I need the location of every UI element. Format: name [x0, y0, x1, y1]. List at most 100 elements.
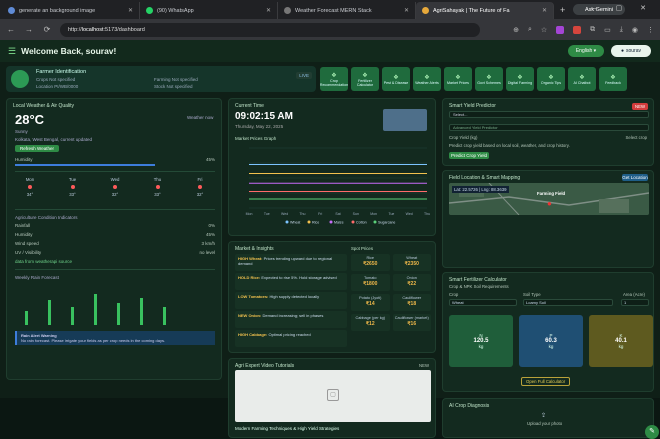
x-tick-label: Fri — [318, 212, 322, 216]
extension-icon[interactable] — [556, 25, 565, 34]
clock-time: 09:02:15 AM — [235, 111, 293, 122]
sun-icon — [28, 185, 32, 189]
quick-action-label: Market Prices — [447, 80, 469, 85]
price-value: ₹2650 — [363, 261, 378, 267]
price-value: ₹22 — [407, 281, 417, 287]
video-player[interactable]: ▢ — [235, 370, 431, 422]
user-menu-button[interactable]: ● sourav — [611, 45, 651, 57]
field-map[interactable]: Lat: 22.5726 | Lng: 88.3639 Farming Fiel… — [449, 183, 649, 215]
indicators-title: Agriculture Condition Indicators — [15, 215, 78, 220]
stat-value: Select crop — [625, 135, 648, 140]
refresh-weather-button[interactable]: Refresh Weather — [15, 145, 59, 152]
indicator-row: Rainfall 0% — [15, 223, 215, 228]
star-icon[interactable]: ☆ — [541, 26, 547, 34]
extension-icon[interactable] — [573, 25, 582, 34]
price-name: Cauliflower — [402, 296, 422, 300]
forecast-day-label: Tue — [68, 177, 77, 182]
close-icon[interactable]: ✕ — [266, 7, 271, 14]
close-icon[interactable]: ✕ — [542, 7, 547, 14]
zoom-icon[interactable]: ⌕ — [528, 26, 532, 34]
x-tick-label: Mon — [370, 212, 377, 216]
url-input[interactable]: http://localhost:5173/dashboard — [60, 22, 480, 37]
rain-bar — [71, 307, 74, 325]
tab-favicon-icon — [422, 7, 429, 14]
profile-icon[interactable]: ◉ — [632, 26, 638, 34]
upload-label[interactable]: Upload your photo — [527, 421, 562, 426]
insights-card: Market & Insights HIGH Wheat: Prices tre… — [228, 241, 436, 353]
menu-icon[interactable]: ☰ — [8, 46, 16, 57]
extensions-bar: ⊕ ⌕ ☆ ⧉ ▭ ⤓ ◉ ⋮ — [513, 25, 654, 34]
legend-marker — [329, 220, 333, 224]
extensions-puzzle-icon[interactable]: ⧉ — [590, 26, 595, 34]
video-caption: Modern Farming Techniques & High Yield S… — [235, 426, 340, 431]
edit-fab-icon[interactable]: ✎ — [645, 425, 659, 439]
browser-tab[interactable]: (90) WhatsApp ✕ — [140, 2, 278, 19]
price-grid: Rice ₹2650 Wheat ₹2350 Tomato ₹1800 Onion ₹22 Po… — [351, 254, 431, 331]
app-header: ☰ Welcome Back, sourav! English ▾ ● soura… — [0, 40, 660, 62]
video-title: Agri Expert Video Tutorials — [235, 363, 295, 369]
browser-tab-active[interactable]: AgriSahayak | The Future of Fa ✕ — [416, 2, 554, 19]
price-cell: Wheat ₹2350 — [392, 254, 431, 271]
language-label: English — [575, 48, 593, 54]
area-input[interactable]: 1 — [621, 299, 649, 306]
price-cell: Tomato ₹1800 — [351, 274, 390, 291]
predictor-desc: Predict crop yield based on local soil, … — [449, 143, 570, 148]
tab-favicon-icon — [8, 7, 15, 14]
crop-select[interactable]: Select... — [449, 111, 649, 118]
rain-bar — [25, 310, 28, 325]
menu-icon[interactable]: ⋮ — [647, 26, 654, 34]
forecast-day: Mon 34° — [15, 177, 45, 205]
window-controls[interactable]: — ▢ ✕ — [591, 4, 654, 12]
x-tick-label: Sun — [353, 212, 359, 216]
quick-action-button[interactable]: ❖ Organic Tips — [537, 67, 565, 91]
get-location-button[interactable]: Get Location — [622, 174, 648, 181]
browser-tab[interactable]: Weather Forecast MERN Stack ✕ — [278, 2, 416, 19]
status-badge: NEW — [631, 103, 648, 110]
price-name: Wheat — [406, 256, 418, 260]
forecast-temp: 32° — [196, 192, 204, 197]
soil-select[interactable]: Loamy Soil — [523, 299, 613, 306]
tab-title: generate an background image — [19, 7, 96, 14]
quick-action-button[interactable]: ❖ Feedback — [599, 67, 627, 91]
video-placeholder-icon: ▢ — [327, 389, 339, 401]
crop-select[interactable]: Wheat — [449, 299, 517, 306]
weather-card: Local Weather & Air Quality 28°C Sunny W… — [6, 98, 222, 380]
weekly-rain-bars — [15, 285, 215, 325]
translate-icon[interactable]: ⊕ — [513, 26, 519, 34]
price-name: Cauliflower (market) — [394, 316, 429, 320]
quick-action-button[interactable]: ❖ Market Prices — [444, 67, 472, 91]
stat-label: Crop Yield (kg) — [449, 135, 478, 140]
back-icon[interactable]: ← — [6, 25, 16, 34]
action-icon: ❖ — [393, 74, 399, 81]
quick-action-button[interactable]: ❖ Fertilizer Calculator — [351, 67, 379, 91]
npk-tile: K 40.1 kg — [589, 315, 653, 367]
download-icon[interactable]: ⤓ — [620, 26, 623, 34]
predictor-hint[interactable]: Advanced Yield Predictor — [449, 124, 649, 131]
forward-icon[interactable]: → — [24, 25, 34, 34]
area-label: Area (Acre) — [623, 292, 645, 297]
weather-thumbnail — [383, 109, 427, 131]
action-icon: ❖ — [486, 74, 492, 81]
price-cell: Cabbage (per kg) ₹12 — [351, 314, 390, 331]
quick-action-button[interactable]: ❖ Pest & Disease — [382, 67, 410, 91]
browser-tab[interactable]: generate an background image ✕ — [2, 2, 140, 19]
quick-action-button[interactable]: ❖ Weather Alerts — [413, 67, 441, 91]
quick-action-button[interactable]: ❖ Crop Recommendation — [320, 67, 348, 91]
indicator-label: Rainfall — [15, 223, 31, 228]
quick-action-button[interactable]: ❖ Govt Schemes — [475, 67, 503, 91]
quick-action-button[interactable]: ❖ AI Chatbot — [568, 67, 596, 91]
reload-icon[interactable]: ⟳ — [42, 25, 52, 34]
language-select[interactable]: English ▾ — [568, 45, 604, 57]
close-icon[interactable]: ✕ — [128, 7, 133, 14]
npk-unit: kg — [618, 344, 624, 349]
rain-alert: Rain Alert Warning No rain forecast. Plea… — [15, 331, 215, 345]
close-icon[interactable]: ✕ — [404, 7, 409, 14]
avatar — [11, 70, 29, 88]
new-tab-icon[interactable]: + — [560, 5, 565, 15]
predict-button[interactable]: Predict Crop Yield — [449, 152, 489, 159]
quick-action-button[interactable]: ❖ Digital Farming — [506, 67, 534, 91]
sidebar-icon[interactable]: ▭ — [604, 26, 611, 34]
open-calculator-button[interactable]: Open Full Calculator — [521, 377, 571, 386]
upload-icon[interactable]: ⇪ — [541, 412, 546, 419]
action-icon: ❖ — [424, 74, 430, 81]
